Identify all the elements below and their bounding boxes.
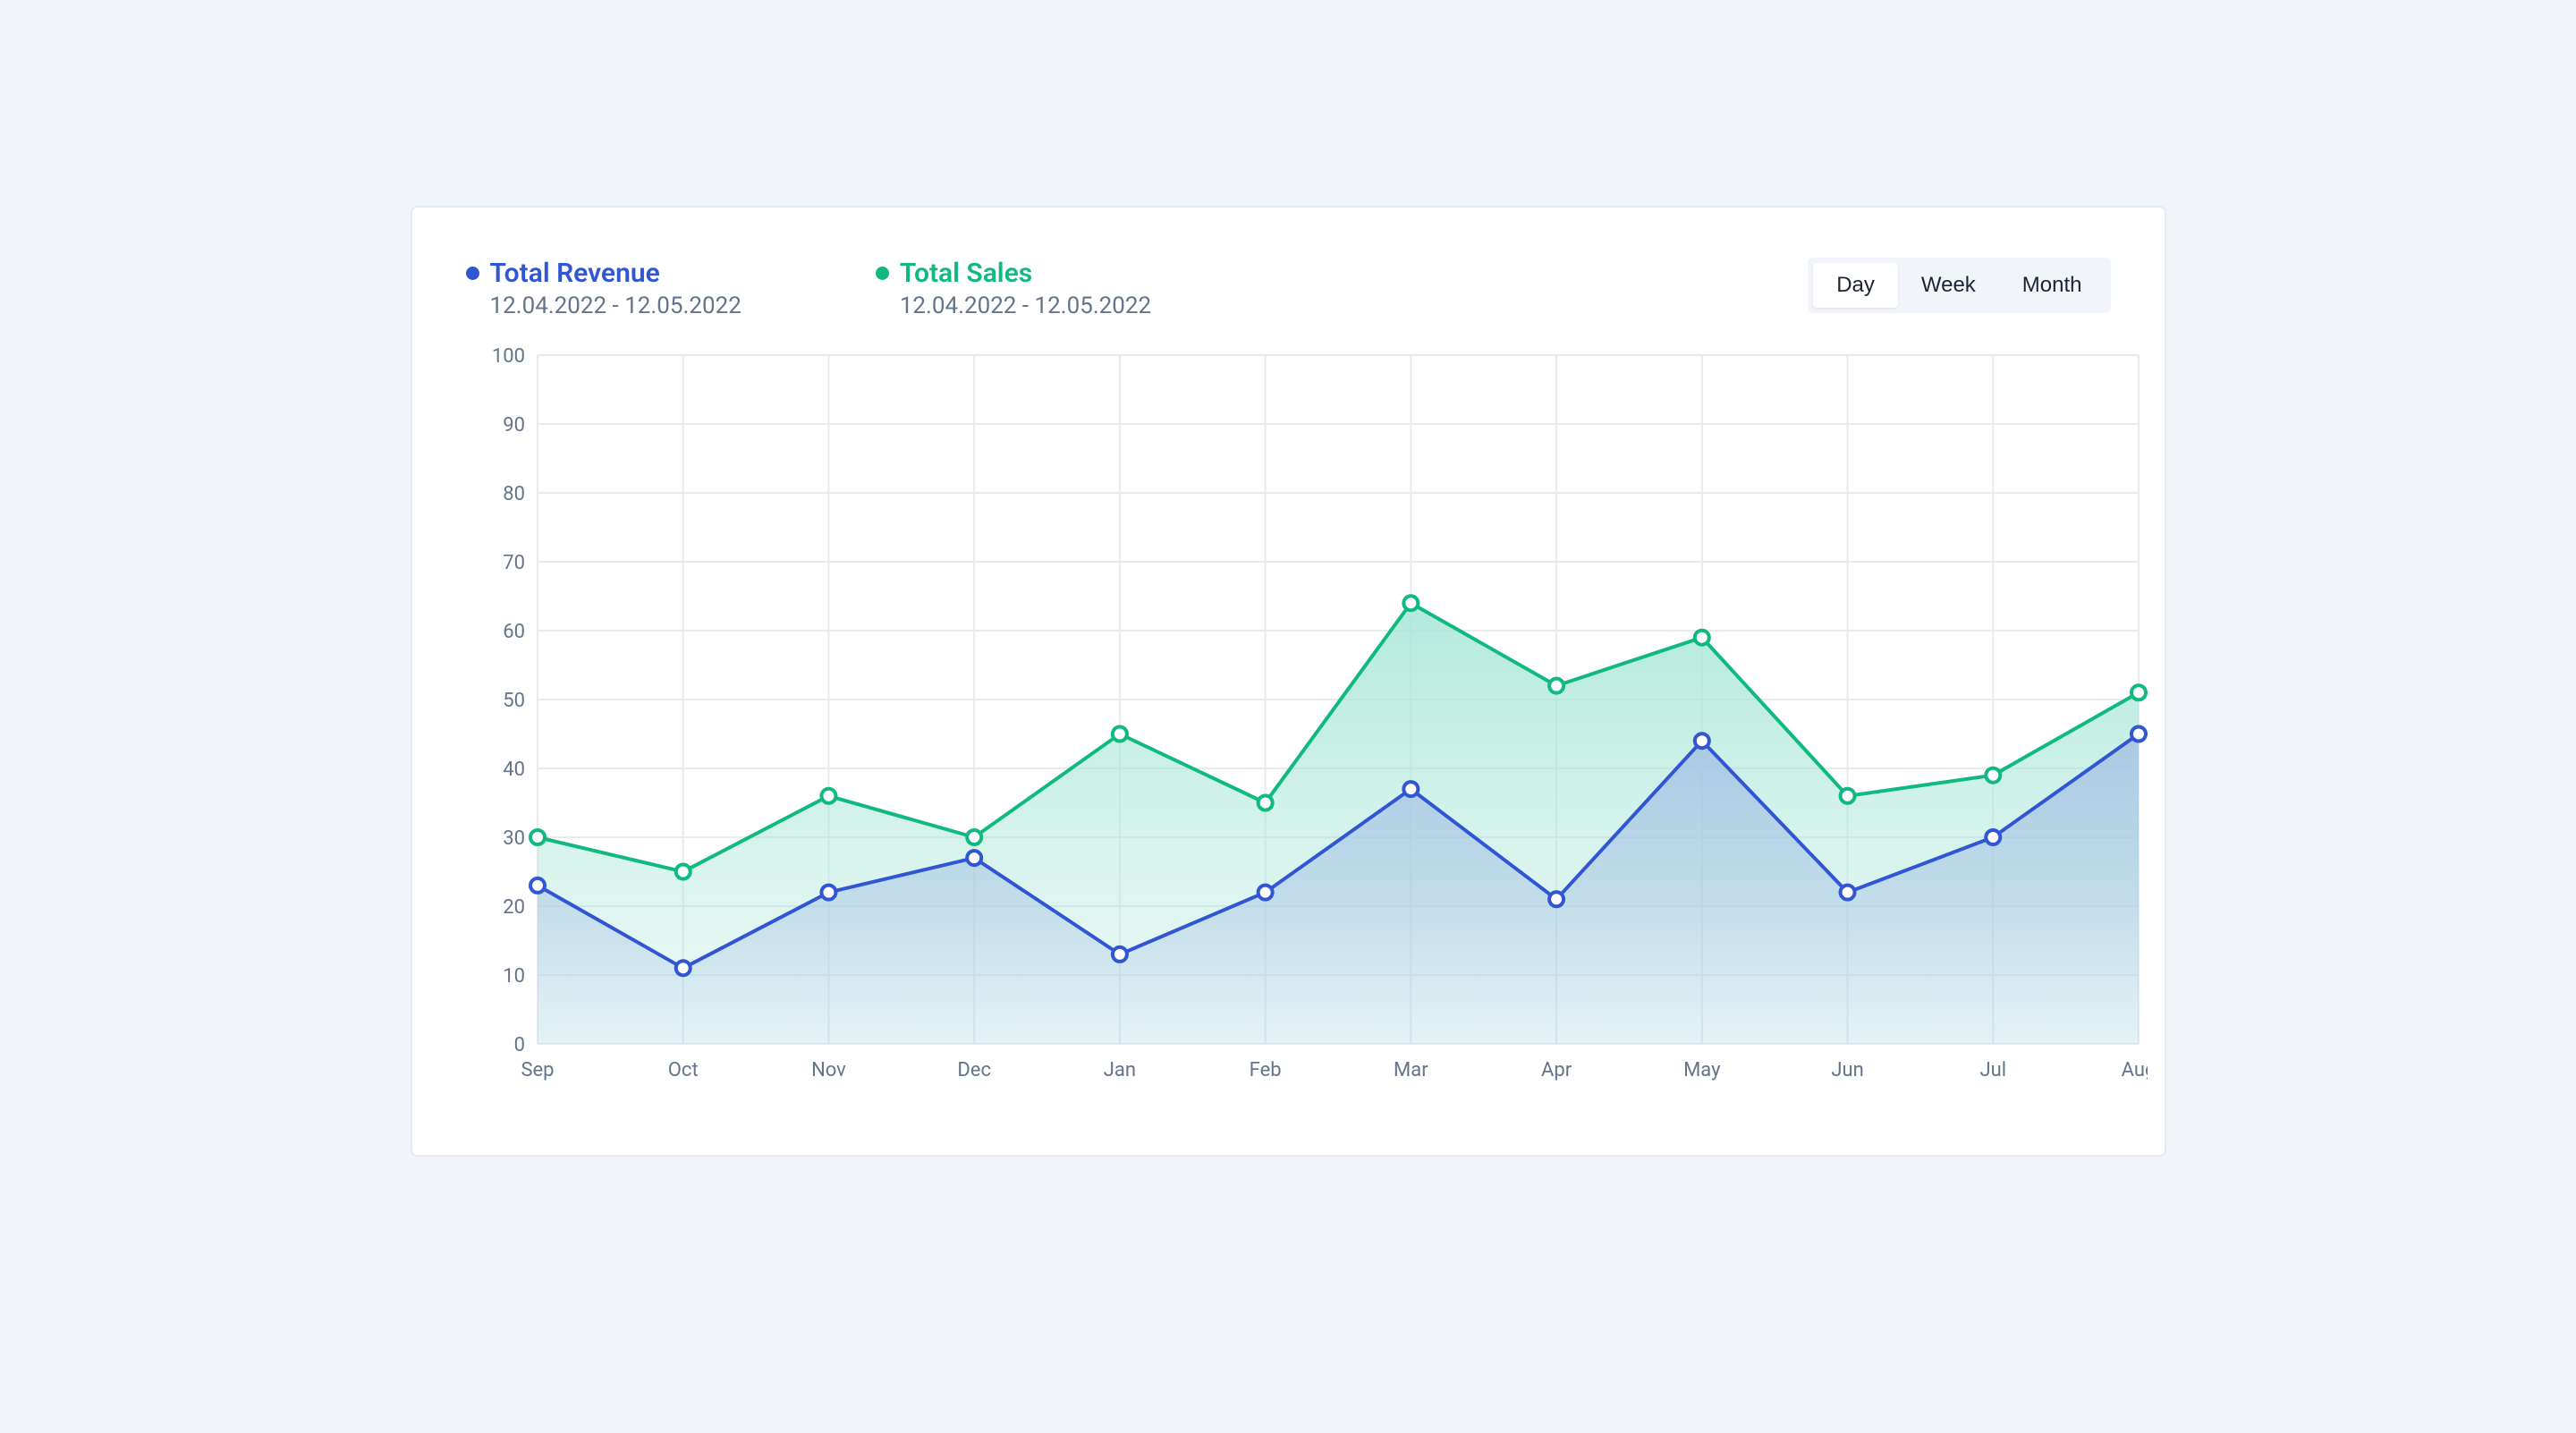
legend-revenue: Total Revenue 12.04.2022 - 12.05.2022	[466, 258, 741, 319]
point[interactable]	[675, 865, 690, 879]
x-tick: Jan	[1103, 1059, 1135, 1081]
point[interactable]	[967, 830, 981, 844]
point[interactable]	[1258, 886, 1272, 900]
chart-header: Total Revenue 12.04.2022 - 12.05.2022 To…	[466, 258, 2111, 319]
point[interactable]	[1694, 733, 1708, 748]
point[interactable]	[1840, 886, 1854, 900]
toggle-week[interactable]: Week	[1898, 263, 1999, 308]
point[interactable]	[1403, 782, 1418, 796]
x-tick: Jun	[1831, 1059, 1863, 1081]
x-tick: Mar	[1394, 1059, 1428, 1081]
y-tick: 80	[503, 483, 525, 505]
x-tick: Feb	[1249, 1059, 1281, 1081]
x-tick: Nov	[811, 1059, 846, 1081]
legend-sales-label: Total Sales	[900, 258, 1032, 289]
point[interactable]	[1549, 679, 1563, 693]
point[interactable]	[1840, 789, 1854, 803]
legend-sales: Total Sales 12.04.2022 - 12.05.2022	[876, 258, 1151, 319]
point[interactable]	[675, 961, 690, 975]
point[interactable]	[1986, 830, 2000, 844]
point[interactable]	[1986, 768, 2000, 783]
x-tick: Dec	[957, 1059, 991, 1081]
chart-card: Total Revenue 12.04.2022 - 12.05.2022 To…	[411, 206, 2166, 1157]
toggle-day[interactable]: Day	[1813, 263, 1898, 308]
area-chart: 0 10 20 30 40 50 60 70 80 90 100 Sep Oct Nov Dec Jan Feb…	[466, 346, 2148, 1115]
legend-group: Total Revenue 12.04.2022 - 12.05.2022 To…	[466, 258, 1152, 319]
toggle-month[interactable]: Month	[1999, 263, 2106, 308]
x-tick: Oct	[667, 1059, 698, 1081]
point[interactable]	[821, 886, 835, 900]
point[interactable]	[1694, 631, 1708, 645]
point[interactable]	[967, 851, 981, 865]
point[interactable]	[2131, 685, 2146, 700]
y-tick: 20	[503, 896, 525, 919]
y-tick: 50	[503, 690, 525, 712]
x-tick: Jul	[1979, 1059, 2006, 1081]
y-tick: 100	[491, 346, 524, 368]
x-tick: Sep	[521, 1059, 554, 1081]
y-tick: 60	[503, 621, 525, 643]
x-tick: May	[1683, 1059, 1721, 1081]
legend-revenue-label: Total Revenue	[490, 258, 660, 289]
point[interactable]	[1258, 796, 1272, 810]
y-tick: 0	[513, 1034, 524, 1056]
chart-area: 0 10 20 30 40 50 60 70 80 90 100 Sep Oct Nov Dec Jan Feb…	[466, 346, 2111, 1115]
point[interactable]	[1403, 596, 1418, 610]
point[interactable]	[530, 830, 545, 844]
point[interactable]	[2131, 727, 2146, 742]
x-tick: Aug	[2121, 1059, 2147, 1081]
point[interactable]	[1112, 947, 1126, 962]
y-tick: 90	[503, 414, 525, 437]
legend-sales-dot	[876, 267, 889, 280]
period-toggle: DayWeekMonth	[1808, 258, 2110, 313]
x-tick: Apr	[1541, 1059, 1572, 1081]
legend-sales-date: 12.04.2022 - 12.05.2022	[900, 293, 1151, 319]
point[interactable]	[530, 878, 545, 893]
y-tick: 40	[503, 759, 525, 781]
point[interactable]	[1549, 892, 1563, 906]
point[interactable]	[821, 789, 835, 803]
legend-revenue-date: 12.04.2022 - 12.05.2022	[490, 293, 741, 319]
point[interactable]	[1112, 727, 1126, 742]
y-tick: 70	[503, 552, 525, 574]
legend-revenue-dot	[466, 267, 479, 280]
y-tick: 10	[503, 965, 525, 988]
y-tick: 30	[503, 827, 525, 850]
